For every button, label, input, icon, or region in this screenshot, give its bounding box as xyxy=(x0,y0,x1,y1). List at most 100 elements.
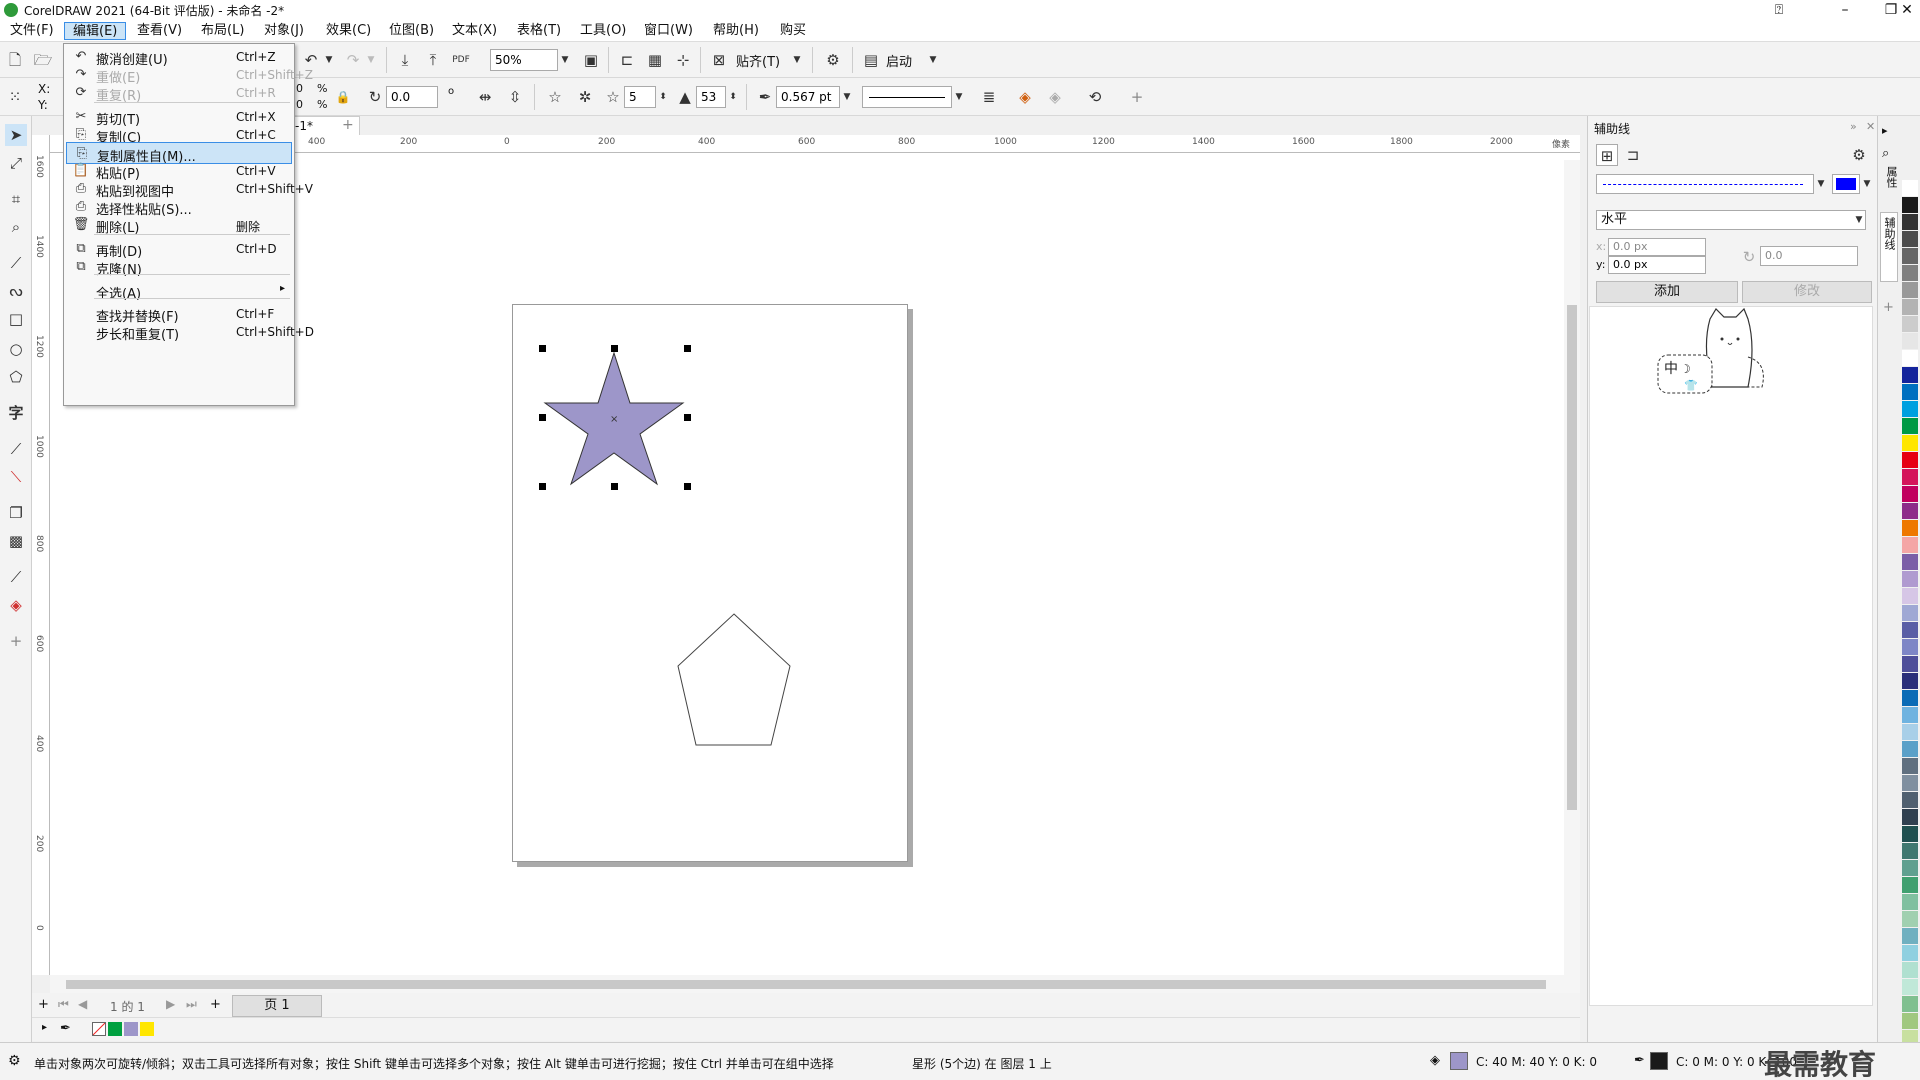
guide-angle-input[interactable] xyxy=(1760,246,1858,266)
document-page[interactable] xyxy=(512,304,908,862)
palette-color-swatch[interactable] xyxy=(1902,503,1918,519)
palette-color-swatch[interactable] xyxy=(1902,333,1918,349)
vertical-ruler[interactable]: 1600 1400 1200 1000 800 600 400 200 0 xyxy=(32,135,50,975)
tab-guidelines[interactable]: 辅助线 xyxy=(1880,212,1898,282)
palette-color-swatch[interactable] xyxy=(1902,673,1918,689)
next-page-icon[interactable]: ▶ xyxy=(166,997,175,1011)
connector-tool-icon[interactable]: ⟍ xyxy=(5,466,27,488)
shape-tool-icon[interactable]: ⤢ xyxy=(5,152,27,174)
palette-color-swatch[interactable] xyxy=(1902,1013,1918,1029)
horizontal-scrollbar[interactable] xyxy=(50,975,1580,993)
fill-color-swatch[interactable] xyxy=(1450,1052,1468,1070)
edit-menu-item[interactable]: 步长和重复(T) Ctrl+Shift+D xyxy=(66,321,314,343)
add-guide-button[interactable]: 添加 xyxy=(1596,281,1738,303)
palette-color-swatch[interactable] xyxy=(1902,537,1918,553)
palette-color-swatch[interactable] xyxy=(1902,367,1918,383)
palette-color-swatch[interactable] xyxy=(1902,571,1918,587)
menu-tools[interactable]: 工具(O) xyxy=(572,22,634,40)
guides-list[interactable]: 中 ☽ 👕 xyxy=(1589,306,1873,1006)
pick-tool-icon[interactable]: ➤ xyxy=(5,124,27,146)
launch-icon[interactable]: ▤ xyxy=(860,49,882,71)
palette-color-swatch[interactable] xyxy=(1902,843,1918,859)
page-tab[interactable]: 页 1 xyxy=(232,995,322,1017)
palette-color-swatch[interactable] xyxy=(1902,877,1918,893)
menu-window[interactable]: 窗口(W) xyxy=(636,22,701,40)
palette-color-swatch[interactable] xyxy=(1902,724,1918,740)
import-icon[interactable]: ⤓ xyxy=(394,49,416,71)
menu-file[interactable]: 文件(F) xyxy=(2,22,62,40)
palette-color-swatch[interactable] xyxy=(1902,486,1918,502)
outline-width-input[interactable] xyxy=(776,86,840,108)
palette-color-swatch[interactable] xyxy=(1902,418,1918,434)
convert-to-curves-icon[interactable]: ⟲ xyxy=(1084,86,1106,108)
lock-guide-icon[interactable]: ⊐ xyxy=(1622,144,1644,166)
palette-color-swatch[interactable] xyxy=(1902,350,1918,366)
palette-color-swatch[interactable] xyxy=(1902,707,1918,723)
menu-layout[interactable]: 布局(L) xyxy=(193,22,252,40)
palette-color-swatch[interactable] xyxy=(1902,622,1918,638)
color-swatch[interactable] xyxy=(124,1022,138,1036)
freehand-tool-icon[interactable]: ⟋ xyxy=(5,252,27,274)
vertical-scroll-thumb[interactable] xyxy=(1567,305,1577,810)
palette-color-swatch[interactable] xyxy=(1902,979,1918,995)
eyedropper-icon[interactable]: ✒ xyxy=(60,1021,71,1036)
minimize-button[interactable]: – xyxy=(1822,0,1868,20)
menu-text[interactable]: 文本(X) xyxy=(444,22,505,40)
docker-collapse-icon[interactable]: ▸ xyxy=(1882,124,1888,137)
palette-color-swatch[interactable] xyxy=(1902,401,1918,417)
add-document-tab-icon[interactable]: + xyxy=(342,117,354,133)
add-tool-icon[interactable]: + xyxy=(5,630,27,652)
object-origin-icon[interactable]: ⁙ xyxy=(4,86,26,108)
palette-color-swatch[interactable] xyxy=(1902,656,1918,672)
star-shape-icon[interactable]: ☆ xyxy=(544,86,566,108)
rotation-angle-input[interactable] xyxy=(386,86,438,108)
last-page-icon[interactable]: ⏭ xyxy=(186,997,197,1012)
palette-color-swatch[interactable] xyxy=(1902,741,1918,757)
full-screen-icon[interactable]: ▣ xyxy=(580,49,602,71)
menu-effects[interactable]: 效果(C) xyxy=(318,22,379,40)
palette-color-swatch[interactable] xyxy=(1902,945,1918,961)
guide-color-picker[interactable] xyxy=(1832,174,1860,194)
export-icon[interactable]: ⤒ xyxy=(422,49,444,71)
docker-close-icon[interactable]: ✕ xyxy=(1866,120,1875,133)
guide-line-style-dropdown[interactable]: ▼ xyxy=(1814,173,1828,195)
palette-color-swatch[interactable] xyxy=(1902,775,1918,791)
palette-color-swatch[interactable] xyxy=(1902,809,1918,825)
guide-y-input[interactable] xyxy=(1608,256,1706,274)
palette-color-swatch[interactable] xyxy=(1902,792,1918,808)
guide-orientation-select[interactable]: 水平 xyxy=(1596,210,1866,230)
drop-shadow-tool-icon[interactable]: ❐ xyxy=(5,502,27,524)
redo-icon[interactable]: ↷ xyxy=(342,49,364,71)
show-grid-icon[interactable]: ▦ xyxy=(644,49,666,71)
scale-x-value[interactable]: 0 xyxy=(296,82,303,95)
palette-expand-icon[interactable]: ▸ xyxy=(42,1022,47,1033)
menu-view[interactable]: 查看(V) xyxy=(129,22,190,40)
guide-options-gear-icon[interactable]: ⚙ xyxy=(1848,144,1870,166)
vertical-scrollbar[interactable] xyxy=(1564,160,1580,978)
palette-color-swatch[interactable] xyxy=(1902,962,1918,978)
sharpness-stepper[interactable]: ⬍ xyxy=(726,86,740,108)
star-points-input[interactable] xyxy=(624,86,656,108)
to-back-icon[interactable]: ◈ xyxy=(1044,86,1066,108)
zoom-level-input[interactable] xyxy=(490,49,558,71)
palette-color-swatch[interactable] xyxy=(1902,248,1918,264)
palette-color-swatch[interactable] xyxy=(1902,894,1918,910)
show-rulers-icon[interactable]: ⊏ xyxy=(616,49,638,71)
palette-color-swatch[interactable] xyxy=(1902,911,1918,927)
zoom-dropdown[interactable]: ▼ xyxy=(558,49,572,71)
launch-dropdown[interactable]: ▼ xyxy=(926,49,940,71)
palette-color-swatch[interactable] xyxy=(1902,928,1918,944)
text-wrap-icon[interactable]: ≣ xyxy=(978,86,1000,108)
snap-to-menu[interactable]: 贴齐(T) xyxy=(736,51,780,70)
menu-buy[interactable]: 购买 xyxy=(772,22,814,40)
transparency-tool-icon[interactable]: ▩ xyxy=(5,530,27,552)
no-color-swatch[interactable] xyxy=(92,1022,106,1036)
outline-width-dropdown[interactable]: ▼ xyxy=(840,86,854,108)
palette-color-swatch[interactable] xyxy=(1902,265,1918,281)
modify-guide-button[interactable]: 修改 xyxy=(1742,281,1872,303)
palette-color-swatch[interactable] xyxy=(1902,588,1918,604)
palette-color-swatch[interactable] xyxy=(1902,469,1918,485)
rectangle-tool-icon[interactable]: □ xyxy=(5,308,27,330)
menu-bitmaps[interactable]: 位图(B) xyxy=(381,22,442,40)
menu-table[interactable]: 表格(T) xyxy=(509,22,569,40)
